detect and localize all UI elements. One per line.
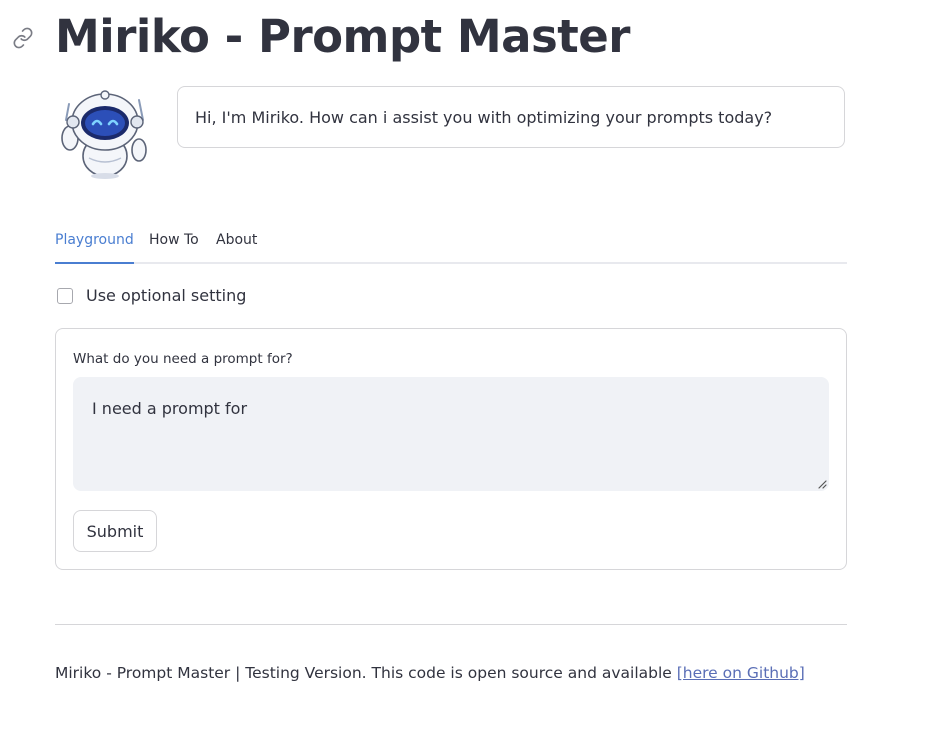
prompt-textarea-value: I need a prompt for	[92, 399, 248, 418]
tab-playground[interactable]: Playground	[55, 222, 134, 264]
assistant-greeting: Hi, I'm Miriko. How can i assist you wit…	[177, 86, 845, 148]
footer-divider	[55, 624, 847, 625]
prompt-field-label: What do you need a prompt for?	[73, 351, 293, 367]
link-icon[interactable]	[12, 27, 34, 49]
page: Miriko - Prompt Master Hi, I'm Miriko. H…	[0, 0, 926, 741]
optional-setting-label: Use optional setting	[86, 286, 247, 305]
resize-handle-icon[interactable]	[817, 479, 827, 489]
footer-text: Miriko - Prompt Master | Testing Version…	[55, 664, 677, 682]
tab-how-to[interactable]: How To	[149, 222, 199, 262]
submit-button[interactable]: Submit	[73, 510, 157, 552]
page-title: Miriko - Prompt Master	[55, 10, 631, 63]
github-link[interactable]: [here on Github]	[677, 664, 805, 682]
greeting-text: Hi, I'm Miriko. How can i assist you wit…	[195, 107, 773, 127]
optional-setting-toggle[interactable]: Use optional setting	[57, 286, 246, 305]
robot-avatar-icon	[61, 90, 147, 179]
footer: Miriko - Prompt Master | Testing Version…	[55, 664, 805, 682]
tab-about[interactable]: About	[216, 222, 257, 262]
tab-bar: Playground How To About	[55, 222, 847, 264]
prompt-textarea[interactable]: I need a prompt for	[73, 377, 829, 491]
optional-setting-checkbox[interactable]	[57, 287, 73, 304]
prompt-form: What do you need a prompt for? I need a …	[55, 328, 847, 570]
